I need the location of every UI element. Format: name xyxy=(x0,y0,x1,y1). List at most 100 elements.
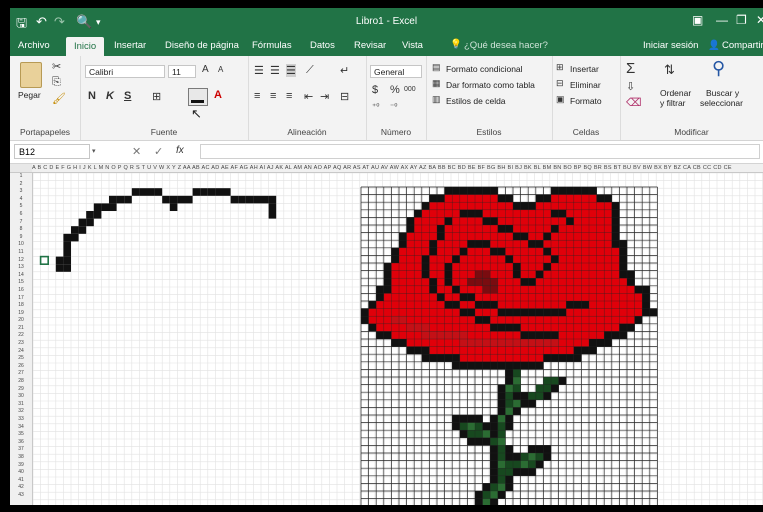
row-header[interactable]: 20 xyxy=(10,317,32,325)
font-color-button[interactable]: A xyxy=(214,89,222,101)
row-header[interactable]: 37 xyxy=(10,446,32,454)
restore-icon[interactable]: ❐ xyxy=(736,13,747,27)
tab-inicio[interactable]: Inicio xyxy=(66,37,105,56)
tab-revisar[interactable]: Revisar xyxy=(354,40,386,51)
paint-bucket-icon[interactable] xyxy=(188,88,208,106)
row-header[interactable]: 9 xyxy=(10,234,32,242)
currency-button[interactable]: $ xyxy=(372,84,378,96)
eraser-icon[interactable]: ⌫ xyxy=(626,96,642,109)
format-as-table-button[interactable]: Dar formato como tabla xyxy=(446,80,535,90)
format-as-table-icon[interactable]: ▦ xyxy=(432,78,441,89)
grow-font-button[interactable]: A xyxy=(202,64,209,75)
scissors-icon[interactable]: ✂ xyxy=(52,60,61,73)
row-header[interactable]: 18 xyxy=(10,302,32,310)
align-bottom-icon[interactable]: ☰ xyxy=(286,64,296,77)
minimize-icon[interactable]: — xyxy=(716,13,728,27)
row-header[interactable]: 39 xyxy=(10,462,32,470)
conditional-format-icon[interactable]: ▤ xyxy=(432,62,441,73)
find-select-label-2[interactable]: seleccionar xyxy=(700,98,743,108)
cell-styles-button[interactable]: Estilos de celda xyxy=(446,96,506,106)
pixel-art-canvas[interactable] xyxy=(33,173,763,505)
row-header[interactable]: 35 xyxy=(10,431,32,439)
row-header[interactable]: 13 xyxy=(10,264,32,272)
row-header[interactable]: 11 xyxy=(10,249,32,257)
row-header[interactable]: 26 xyxy=(10,363,32,371)
row-header[interactable]: 3 xyxy=(10,188,32,196)
row-header[interactable]: 19 xyxy=(10,310,32,318)
borders-icon[interactable]: ⊞ xyxy=(152,90,161,103)
align-right-icon[interactable]: ≡ xyxy=(286,90,292,102)
row-header[interactable]: 4 xyxy=(10,196,32,204)
cell-grid[interactable] xyxy=(33,173,763,505)
format-cells-button[interactable]: Formato xyxy=(570,96,602,106)
share-icon[interactable]: 👤 xyxy=(708,40,720,51)
bold-button[interactable]: N xyxy=(88,90,96,102)
increase-indent-icon[interactable]: ⇥ xyxy=(320,90,329,103)
row-header[interactable]: 40 xyxy=(10,469,32,477)
row-header[interactable]: 33 xyxy=(10,416,32,424)
italic-button[interactable]: K xyxy=(106,90,114,102)
tab-archivo[interactable]: Archivo xyxy=(18,40,50,51)
brush-icon[interactable]: 🖌 xyxy=(52,92,66,105)
conditional-format-button[interactable]: Formato condicional xyxy=(446,64,523,74)
tab-diseno-pagina[interactable]: Diseño de página xyxy=(165,40,239,51)
align-top-icon[interactable]: ☰ xyxy=(254,64,264,77)
share-button[interactable]: Compartir xyxy=(722,40,763,51)
magnifier-icon[interactable]: ⚲ xyxy=(712,58,725,79)
row-header[interactable]: 5 xyxy=(10,203,32,211)
font-size-select[interactable]: 11 xyxy=(168,65,196,78)
row-header[interactable]: 1 xyxy=(10,173,32,181)
align-left-icon[interactable]: ≡ xyxy=(254,90,260,102)
insert-cells-button[interactable]: Insertar xyxy=(570,64,599,74)
row-header[interactable]: 41 xyxy=(10,477,32,485)
formula-input[interactable] xyxy=(200,144,760,159)
merge-center-icon[interactable]: ⊟ xyxy=(340,90,349,103)
tab-vista[interactable]: Vista xyxy=(402,40,423,51)
row-header[interactable]: 7 xyxy=(10,219,32,227)
row-header[interactable]: 21 xyxy=(10,325,32,333)
number-format-select[interactable]: General xyxy=(370,65,422,78)
row-header[interactable]: 14 xyxy=(10,272,32,280)
row-header[interactable]: 29 xyxy=(10,386,32,394)
paste-button[interactable]: Pegar xyxy=(18,90,41,100)
orientation-icon[interactable]: ⟋ xyxy=(306,64,314,77)
row-header[interactable]: 38 xyxy=(10,454,32,462)
font-name-select[interactable]: Calibri xyxy=(85,65,165,78)
find-select-label-1[interactable]: Buscar y xyxy=(706,88,739,98)
tab-insertar[interactable]: Insertar xyxy=(114,40,146,51)
row-header[interactable]: 12 xyxy=(10,257,32,265)
column-headers[interactable]: A B C D E F G H I J K L M N O P Q R S T … xyxy=(32,164,763,173)
ribbon-display-options-icon[interactable]: ▣ xyxy=(692,13,703,27)
tell-me-search[interactable]: ¿Qué desea hacer? xyxy=(464,40,548,51)
align-middle-icon[interactable]: ☰ xyxy=(270,64,280,77)
wrap-text-icon[interactable]: ↵ xyxy=(340,64,349,77)
row-header[interactable]: 22 xyxy=(10,332,32,340)
shrink-font-button[interactable]: A xyxy=(218,65,223,74)
row-header[interactable]: 24 xyxy=(10,348,32,356)
autosum-button[interactable]: Σ xyxy=(626,60,635,77)
select-all-corner[interactable] xyxy=(10,164,33,173)
underline-button[interactable]: S xyxy=(124,90,131,102)
decrease-indent-icon[interactable]: ⇤ xyxy=(304,90,313,103)
sort-az-icon[interactable]: ⇅ xyxy=(664,62,675,78)
copy-icon[interactable]: ⎘ xyxy=(52,76,61,89)
sort-filter-label-2[interactable]: y filtrar xyxy=(660,98,686,108)
row-header[interactable]: 30 xyxy=(10,393,32,401)
delete-cells-button[interactable]: Eliminar xyxy=(570,80,601,90)
tab-formulas[interactable]: Fórmulas xyxy=(252,40,292,51)
clipboard-icon[interactable] xyxy=(20,62,42,88)
insert-function-button[interactable]: fx xyxy=(176,145,184,156)
row-header[interactable]: 42 xyxy=(10,484,32,492)
thousands-button[interactable]: 000 xyxy=(404,86,416,93)
fill-icon[interactable]: ⇩ xyxy=(626,80,635,93)
row-header[interactable]: 32 xyxy=(10,408,32,416)
name-box[interactable]: B12 xyxy=(14,144,90,159)
row-header[interactable]: 23 xyxy=(10,340,32,348)
row-header[interactable]: 6 xyxy=(10,211,32,219)
delete-cells-icon[interactable]: ⊟ xyxy=(556,78,564,89)
sign-in-link[interactable]: Iniciar sesión xyxy=(643,40,698,51)
decrease-decimal-icon[interactable]: ⁻⁰ xyxy=(390,102,397,111)
name-box-dropdown-icon[interactable]: ▾ xyxy=(92,147,96,155)
row-header[interactable]: 31 xyxy=(10,401,32,409)
row-header[interactable]: 17 xyxy=(10,295,32,303)
